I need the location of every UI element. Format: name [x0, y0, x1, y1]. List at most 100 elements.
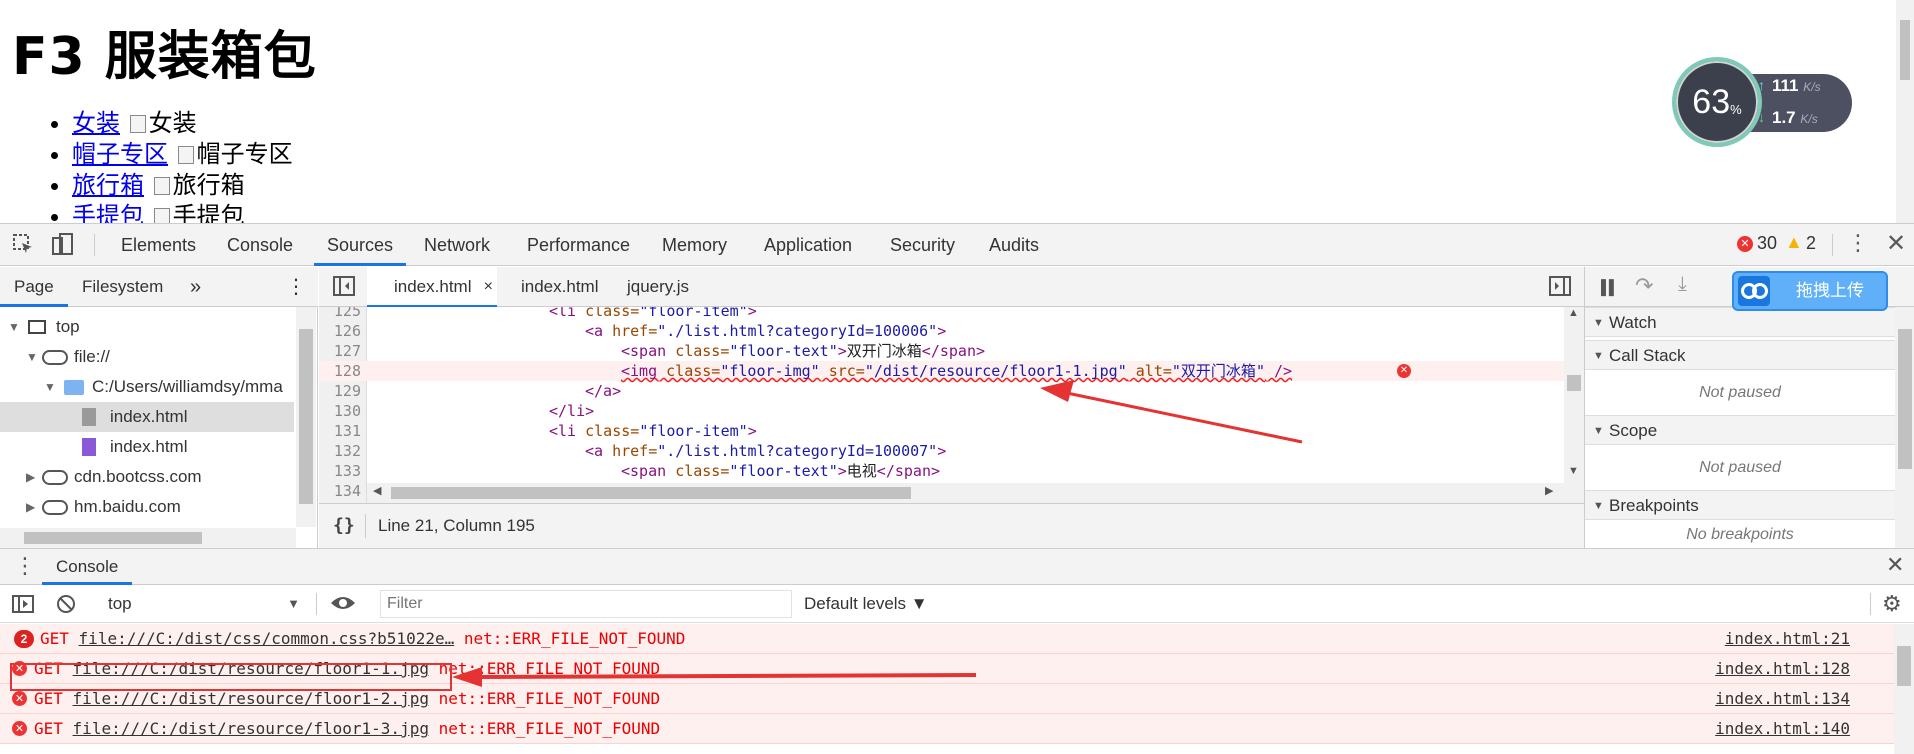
scroll-thumb[interactable]	[1567, 375, 1581, 391]
resource-url[interactable]: file:///C:/dist/css/common.css?b51022e…	[79, 629, 455, 648]
scroll-thumb[interactable]	[24, 532, 202, 544]
code-line[interactable]: 129 </a>	[319, 381, 1564, 401]
tab-memory[interactable]: Memory	[662, 224, 727, 266]
code-horizontal-scrollbar[interactable]: ◀ ▶	[367, 483, 1564, 503]
category-link[interactable]: 手提包	[72, 202, 144, 223]
tab-console[interactable]: Console	[227, 224, 293, 266]
step-into-icon[interactable]: ⤓	[1678, 273, 1687, 296]
console-settings-gear-icon[interactable]: ⚙	[1882, 591, 1902, 617]
scroll-thumb[interactable]	[1898, 329, 1912, 469]
section-watch[interactable]: Watch	[1585, 307, 1895, 338]
warning-count[interactable]: 2	[1806, 233, 1816, 254]
code-line[interactable]: 132 <a href="./list.html?categoryId=10000…	[319, 441, 1564, 461]
source-link[interactable]: index.html:140	[1715, 714, 1850, 744]
step-over-icon[interactable]: ↷	[1635, 273, 1653, 299]
section-breakpoints[interactable]: Breakpoints	[1585, 490, 1895, 521]
context-selector[interactable]: top ▼	[98, 591, 304, 617]
warning-count-icon[interactable]: ▲	[1785, 232, 1803, 253]
resource-url[interactable]: file:///C:/dist/resource/floor1-3.jpg	[73, 719, 429, 738]
scroll-right-icon[interactable]: ▶	[1545, 484, 1553, 497]
scroll-thumb[interactable]	[1897, 646, 1911, 686]
tree-item-file-scheme[interactable]: ▼ file://	[0, 342, 294, 372]
live-expression-eye-icon[interactable]	[330, 593, 356, 618]
line-number[interactable]: 125	[319, 307, 361, 321]
more-tabs-icon[interactable]: »	[190, 267, 201, 307]
category-link[interactable]: 旅行箱	[72, 171, 144, 199]
show-sidebar-icon[interactable]	[12, 595, 34, 618]
navigator-horizontal-scrollbar[interactable]	[0, 528, 296, 548]
line-number[interactable]: 130	[319, 401, 361, 421]
log-levels-dropdown[interactable]: Default levels ▼	[804, 591, 928, 617]
tree-item-folder[interactable]: ▼ C:/Users/williamdsy/mma	[0, 372, 294, 402]
source-link[interactable]: index.html:21	[1725, 624, 1850, 654]
tab-application[interactable]: Application	[764, 224, 852, 266]
category-link[interactable]: 女装	[72, 109, 120, 137]
editor-tab-index-html[interactable]: index.html ×	[367, 267, 497, 307]
console-filter-input[interactable]	[380, 590, 792, 618]
section-scope[interactable]: Scope	[1585, 415, 1895, 446]
clear-console-icon[interactable]	[56, 594, 76, 619]
line-number[interactable]: 129	[319, 381, 361, 401]
navigator-vertical-scrollbar[interactable]	[296, 307, 316, 527]
code-line[interactable]: 133 <span class="floor-text">电视</span>	[319, 461, 1564, 481]
pause-icon[interactable]: ▌▌	[1601, 279, 1619, 295]
navigator-menu-icon[interactable]: ⋮	[286, 267, 306, 307]
close-drawer-icon[interactable]: ✕	[1886, 552, 1904, 578]
line-number[interactable]: 131	[319, 421, 361, 441]
line-number[interactable]: 126	[319, 321, 361, 341]
device-toolbar-icon[interactable]	[52, 233, 74, 263]
toggle-debugger-icon[interactable]	[1549, 276, 1571, 301]
tab-audits[interactable]: Audits	[989, 224, 1039, 266]
page-scrollbar[interactable]	[1896, 0, 1914, 223]
line-number[interactable]: 128	[319, 361, 361, 381]
scroll-thumb[interactable]	[391, 487, 911, 499]
page-scroll-thumb[interactable]	[1900, 20, 1910, 80]
error-count[interactable]: 30	[1757, 233, 1777, 254]
line-number[interactable]: 134	[319, 481, 361, 501]
code-line[interactable]: 128 <img class="floor-img" src="/dist/res…	[319, 361, 1564, 381]
scroll-up-icon[interactable]: ▲	[1568, 307, 1579, 319]
tree-item-top[interactable]: ▼ top	[0, 312, 294, 342]
baidu-upload-button[interactable]: 拖拽上传	[1732, 271, 1888, 311]
code-line[interactable]: 131 <li class="floor-item">	[319, 421, 1564, 441]
source-link[interactable]: index.html:134	[1715, 684, 1850, 714]
error-count-icon[interactable]: ✕	[1737, 236, 1753, 252]
tab-performance[interactable]: Performance	[527, 224, 630, 266]
drawer-menu-icon[interactable]: ⋮	[14, 553, 36, 579]
tree-item-hm-baidu[interactable]: ▶ hm.baidu.com	[0, 492, 294, 522]
tab-sources[interactable]: Sources	[314, 224, 407, 266]
tab-elements[interactable]: Elements	[121, 224, 196, 266]
tab-network[interactable]: Network	[424, 224, 490, 266]
tab-filesystem[interactable]: Filesystem	[82, 267, 163, 307]
resource-url[interactable]: file:///C:/dist/resource/floor1-2.jpg	[73, 689, 429, 708]
scroll-down-icon[interactable]: ▼	[1568, 465, 1579, 477]
tab-page[interactable]: Page	[0, 267, 68, 307]
code-area[interactable]: 125 <li class="floor-item"> 126 <a href="./…	[319, 307, 1564, 503]
line-error-icon[interactable]: ✕	[1397, 364, 1411, 378]
network-speed-widget[interactable]: 63% ↑ 111 K/s ↓ 1.7 K/s	[1672, 57, 1852, 147]
tree-item-cdn-bootcss[interactable]: ▶ cdn.bootcss.com	[0, 462, 294, 492]
source-link[interactable]: index.html:128	[1715, 654, 1850, 684]
category-link[interactable]: 帽子专区	[72, 140, 168, 168]
tree-item-index-html[interactable]: index.html	[0, 402, 294, 432]
scroll-left-icon[interactable]: ◀	[373, 484, 381, 497]
pretty-print-icon[interactable]: {}	[333, 504, 355, 548]
scroll-thumb[interactable]	[299, 329, 313, 504]
editor-tab-index-html-2[interactable]: index.html	[501, 267, 598, 307]
more-menu-icon[interactable]: ⋮	[1847, 230, 1869, 256]
line-number[interactable]: 132	[319, 441, 361, 461]
section-call-stack[interactable]: Call Stack	[1585, 340, 1895, 371]
line-number[interactable]: 127	[319, 341, 361, 361]
close-devtools-icon[interactable]: ✕	[1886, 229, 1906, 258]
close-tab-icon[interactable]: ×	[484, 267, 493, 307]
debugger-scrollbar[interactable]	[1895, 307, 1914, 548]
console-scrollbar[interactable]	[1894, 624, 1914, 754]
editor-tab-jquery[interactable]: jquery.js	[627, 267, 689, 307]
line-number[interactable]: 133	[319, 461, 361, 481]
code-line[interactable]: 127 <span class="floor-text">双开门冰箱</span>	[319, 341, 1564, 361]
drawer-tab-console[interactable]: Console	[42, 549, 133, 585]
tree-item-index-html-2[interactable]: index.html	[0, 432, 294, 462]
code-line[interactable]: 125 <li class="floor-item">	[319, 307, 1564, 321]
tab-security[interactable]: Security	[890, 224, 955, 266]
toggle-navigator-icon[interactable]	[333, 276, 355, 301]
